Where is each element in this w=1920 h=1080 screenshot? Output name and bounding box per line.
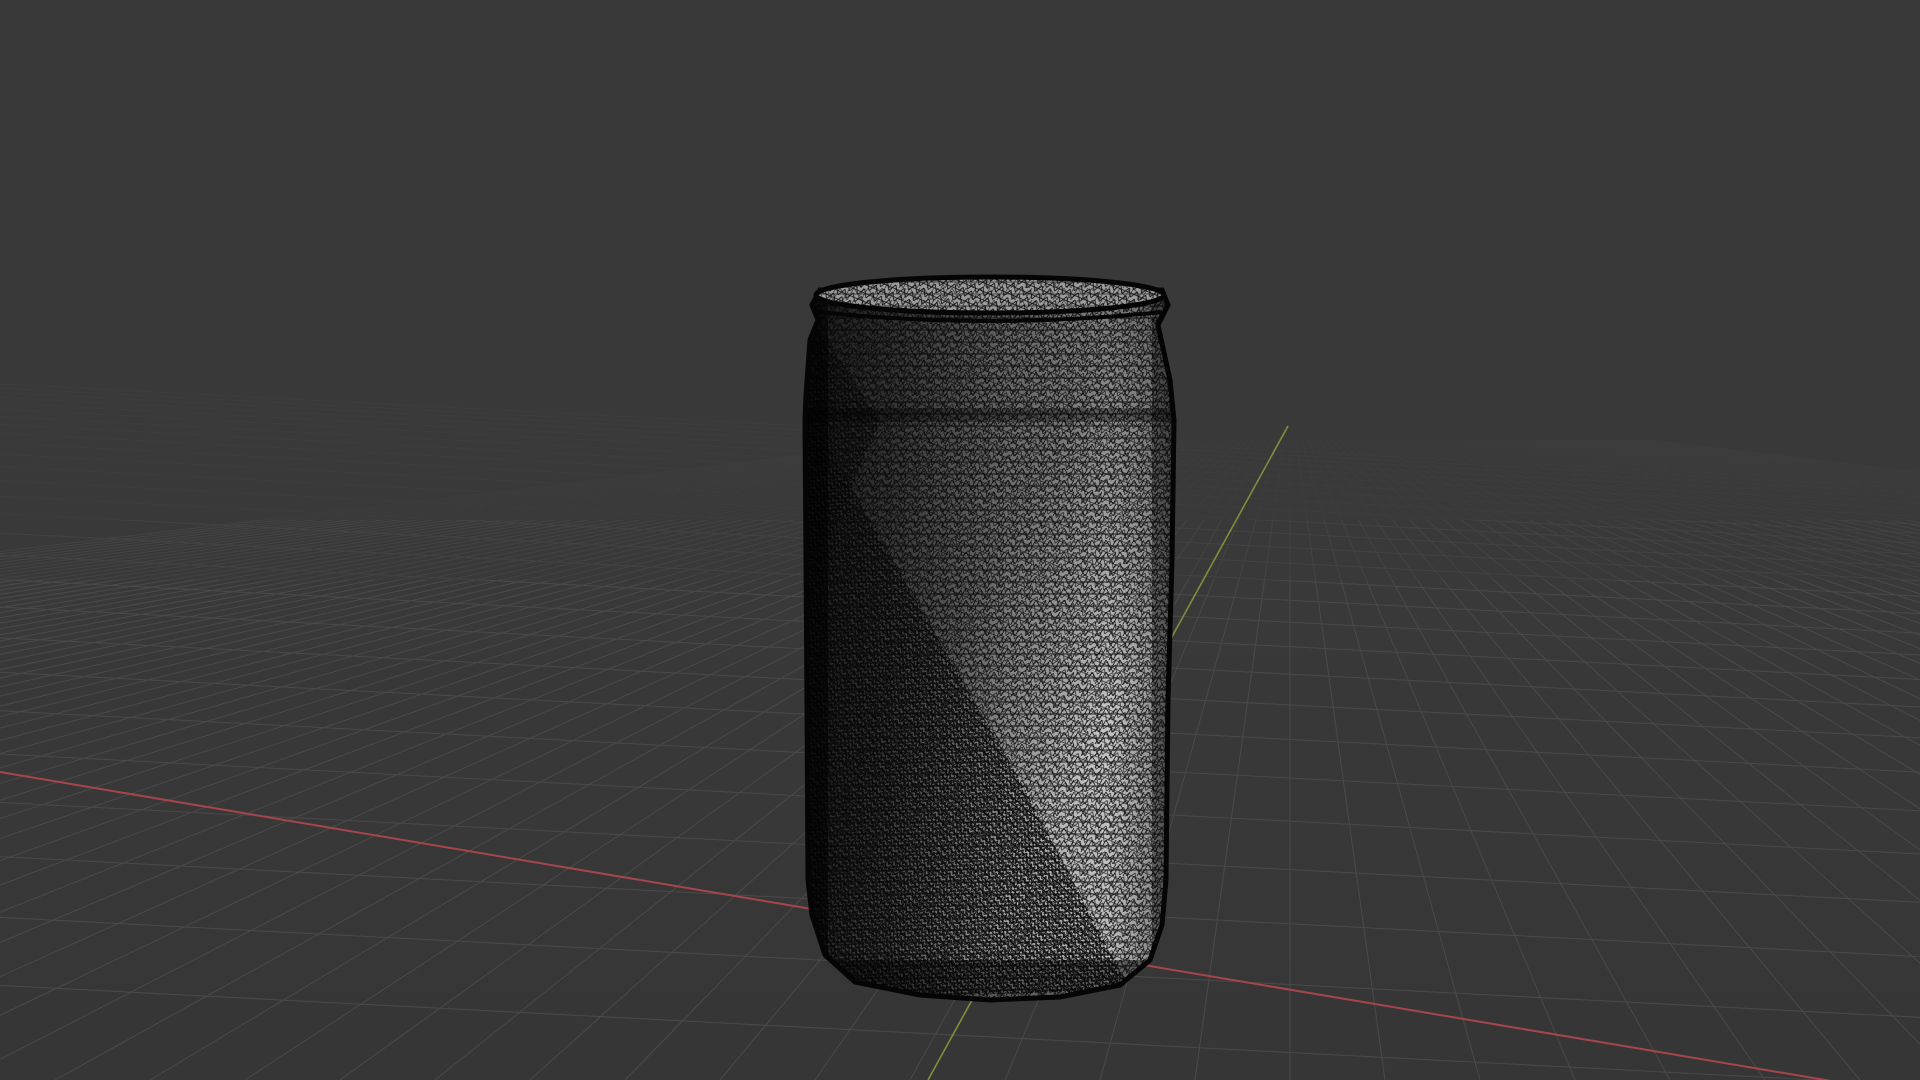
3d-viewport[interactable] bbox=[0, 0, 1920, 1080]
viewport-canvas[interactable] bbox=[0, 0, 1920, 1080]
can-mesh-object[interactable] bbox=[790, 270, 1190, 1020]
